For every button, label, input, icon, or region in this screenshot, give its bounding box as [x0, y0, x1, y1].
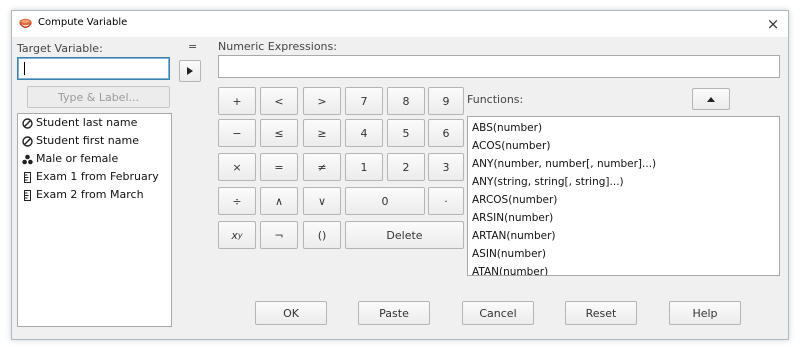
digit-8-button[interactable]: 8 [387, 87, 425, 115]
ok-button[interactable]: OK [255, 301, 327, 325]
digit-6-button[interactable]: 6 [428, 119, 464, 147]
list-item[interactable]: ATAN(number) [468, 263, 779, 275]
digit-1-button[interactable]: 1 [345, 153, 383, 181]
variable-name: Exam 1 from February [36, 170, 159, 183]
type-and-label-button[interactable]: Type & Label... [27, 86, 170, 108]
nominal-icon [22, 154, 33, 164]
plus-button[interactable]: + [218, 87, 256, 115]
scale-ruler-icon [24, 189, 31, 201]
multiply-button[interactable]: × [218, 153, 256, 181]
no-sign-icon [22, 117, 33, 129]
app-icon [19, 18, 32, 28]
list-item[interactable]: ACOS(number) [468, 137, 779, 155]
less-equal-button[interactable]: ≤ [260, 119, 298, 147]
list-item[interactable]: Student first name [18, 132, 171, 150]
reset-button[interactable]: Reset [565, 301, 637, 325]
less-than-button[interactable]: < [260, 87, 298, 115]
list-item[interactable]: ASIN(number) [468, 245, 779, 263]
digit-5-button[interactable]: 5 [387, 119, 425, 147]
no-sign-icon [22, 135, 33, 147]
window-title: Compute Variable [38, 17, 128, 28]
functions-list[interactable]: ABS(number) ACOS(number) ANY(number, num… [467, 116, 780, 276]
text-cursor [24, 62, 25, 75]
variable-name: Student first name [36, 134, 139, 147]
list-item[interactable]: Student last name [18, 114, 171, 132]
numeric-expressions-label: Numeric Expressions: [218, 40, 337, 53]
greater-than-button[interactable]: > [303, 87, 341, 115]
not-equal-button[interactable]: ≠ [303, 153, 341, 181]
list-item[interactable]: ANY(number, number[, number]...) [468, 155, 779, 173]
variable-name: Student last name [36, 116, 138, 129]
minus-button[interactable]: − [218, 119, 256, 147]
equals-label: = [188, 40, 198, 53]
decimal-point-button[interactable]: · [428, 187, 464, 215]
move-function-up-button[interactable] [692, 88, 730, 110]
variable-name: Exam 2 from March [36, 188, 144, 201]
triangle-right-icon [187, 67, 193, 75]
power-exponent: y [237, 230, 243, 240]
list-item[interactable]: Exam 1 from February [18, 168, 171, 186]
compute-variable-dialog: Compute Variable × Target Variable: = Ty… [11, 10, 789, 340]
variable-list[interactable]: Student last name Student first name Mal… [17, 113, 172, 327]
cancel-button[interactable]: Cancel [462, 301, 534, 325]
not-button[interactable]: ¬ [260, 221, 298, 249]
list-item[interactable]: ARSIN(number) [468, 209, 779, 227]
list-item[interactable]: ABS(number) [468, 119, 779, 137]
equals-button[interactable]: = [260, 153, 298, 181]
title-bar: Compute Variable × [12, 11, 788, 37]
list-item[interactable]: Male or female [18, 150, 171, 168]
digit-3-button[interactable]: 3 [428, 153, 464, 181]
help-button[interactable]: Help [669, 301, 741, 325]
target-variable-input[interactable] [17, 57, 170, 80]
delete-button[interactable]: Delete [345, 221, 464, 249]
scale-ruler-icon [24, 171, 31, 183]
greater-equal-button[interactable]: ≥ [303, 119, 341, 147]
functions-label: Functions: [467, 93, 524, 106]
digit-9-button[interactable]: 9 [428, 87, 464, 115]
digit-4-button[interactable]: 4 [345, 119, 383, 147]
numeric-expression-input[interactable] [218, 55, 780, 78]
digit-0-button[interactable]: 0 [345, 187, 425, 215]
parentheses-button[interactable]: () [303, 221, 341, 249]
list-item[interactable]: Exam 2 from March [18, 186, 171, 204]
variable-name: Male or female [36, 152, 119, 165]
list-item[interactable]: ARCOS(number) [468, 191, 779, 209]
or-button[interactable]: ∨ [303, 187, 341, 215]
paste-button[interactable]: Paste [358, 301, 430, 325]
list-item[interactable]: ANY(string, string[, string]...) [468, 173, 779, 191]
target-variable-label: Target Variable: [17, 42, 103, 55]
digit-2-button[interactable]: 2 [387, 153, 425, 181]
digit-7-button[interactable]: 7 [345, 87, 383, 115]
and-button[interactable]: ∧ [260, 187, 298, 215]
divide-button[interactable]: ÷ [218, 187, 256, 215]
triangle-up-icon [707, 96, 715, 102]
close-icon[interactable]: × [762, 14, 784, 34]
list-item[interactable]: ARTAN(number) [468, 227, 779, 245]
move-to-expression-button[interactable] [179, 60, 201, 82]
power-button[interactable]: xy [218, 221, 256, 249]
